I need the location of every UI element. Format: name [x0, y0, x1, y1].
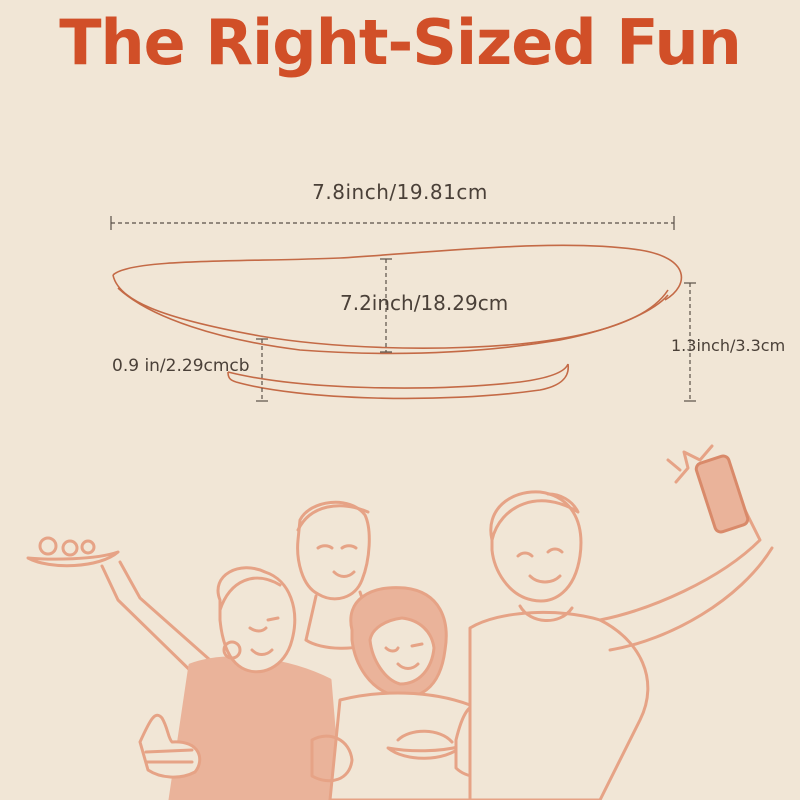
man-taking-selfie	[468, 444, 774, 800]
friends-illustration	[26, 444, 774, 800]
man-with-plate	[26, 536, 342, 800]
